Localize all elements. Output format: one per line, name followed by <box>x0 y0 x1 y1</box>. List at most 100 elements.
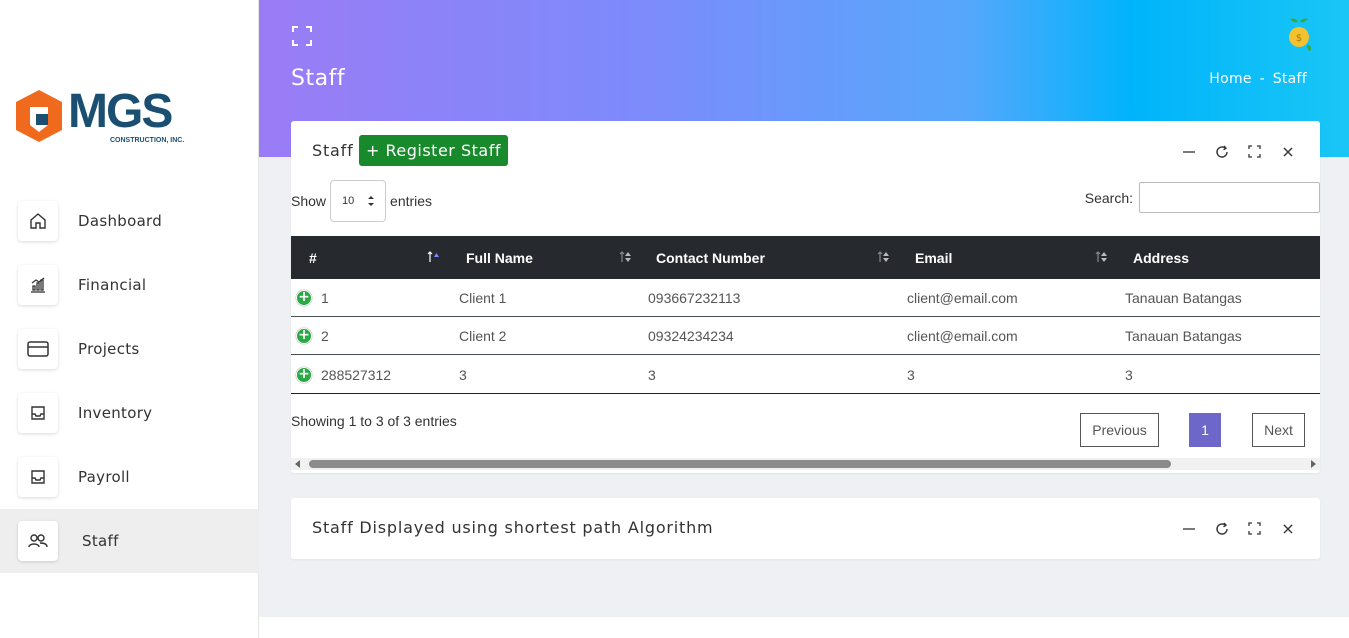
cell-full-name: Client 2 <box>459 328 507 344</box>
search-control: Search: <box>1085 182 1320 213</box>
sort-asc-icon[interactable] <box>427 250 439 264</box>
sort-icon[interactable] <box>877 250 889 264</box>
sidebar-item-label: Dashboard <box>78 212 163 230</box>
select-arrows-icon <box>368 196 375 206</box>
table-row[interactable]: + 2 Client 2 09324234234 client@email.co… <box>291 317 1320 355</box>
card-tools <box>1180 520 1296 537</box>
sidebar-item-dashboard[interactable]: Dashboard <box>0 189 259 253</box>
sidebar-item-financial[interactable]: Financial <box>0 253 259 317</box>
cell-contact-number: 3 <box>648 366 656 383</box>
page-title: Staff <box>291 66 346 91</box>
fullscreen-icon[interactable] <box>291 25 313 47</box>
column-header-address[interactable]: Address <box>1133 236 1189 279</box>
breadcrumb-separator: - <box>1259 71 1265 87</box>
cell-number: 2 <box>321 328 329 344</box>
logo-mark-icon <box>16 90 62 142</box>
sidebar-item-label: Financial <box>78 276 147 294</box>
staff-card: Staff + Register Staff Show 10 entries S… <box>291 121 1320 473</box>
pagination-next-button[interactable]: Next <box>1252 413 1305 447</box>
search-label: Search: <box>1084 189 1133 206</box>
cell-address: 3 <box>1125 366 1133 383</box>
length-prefix: Show <box>291 193 327 209</box>
entries-select-value: 10 <box>342 195 355 207</box>
cell-number: 288527312 <box>321 366 392 383</box>
horizontal-scrollbar[interactable] <box>291 458 1320 470</box>
column-header-label: Address <box>1133 249 1190 266</box>
cell-email: client@email.com <box>907 290 1018 306</box>
entries-select[interactable]: 10 <box>330 180 387 222</box>
cell-full-name: 3 <box>459 366 467 383</box>
sidebar-item-payroll[interactable]: Payroll <box>0 445 259 509</box>
brand-name: MGS <box>68 85 173 138</box>
scroll-left-arrow-icon[interactable] <box>295 460 300 468</box>
cell-contact-number: 09324234234 <box>648 328 734 344</box>
expand-row-icon[interactable]: + <box>296 290 312 306</box>
table-header: # Full Name Contact Number Email Address <box>291 236 1320 279</box>
card-title: Staff <box>312 141 354 160</box>
table-row[interactable]: + 1 Client 1 093667232113 client@email.c… <box>291 279 1320 317</box>
sidebar-item-label: Staff <box>82 532 119 550</box>
credit-card-icon <box>18 329 58 369</box>
column-header-label: Full Name <box>466 249 533 266</box>
length-suffix: entries <box>390 193 433 209</box>
column-header-full-name[interactable]: Full Name <box>466 236 533 279</box>
chart-icon <box>18 265 58 305</box>
sidebar-item-label: Inventory <box>78 404 153 422</box>
breadcrumb: Home - Staff <box>1209 71 1307 87</box>
breadcrumb-home[interactable]: Home <box>1209 71 1252 87</box>
sidebar-item-label: Payroll <box>78 468 130 486</box>
card-tools <box>1180 143 1296 160</box>
sidebar-item-projects[interactable]: Projects <box>0 317 259 381</box>
sidebar: MGS CONSTRUCTION, INC. Dashboard Financi… <box>0 0 259 638</box>
pagination-page-button[interactable]: 1 <box>1189 413 1221 447</box>
column-header-label: # <box>309 249 317 266</box>
sidebar-item-staff[interactable]: Staff <box>0 509 259 573</box>
column-header-email[interactable]: Email <box>915 236 952 279</box>
cell-number: 1 <box>321 290 329 306</box>
column-header-contact-number[interactable]: Contact Number <box>656 236 765 279</box>
search-input[interactable] <box>1139 182 1320 213</box>
scroll-right-arrow-icon[interactable] <box>1311 460 1316 468</box>
cell-email: client@email.com <box>907 328 1018 344</box>
card-title: Staff Displayed using shortest path Algo… <box>312 518 714 537</box>
brand-tagline: CONSTRUCTION, INC. <box>110 137 185 144</box>
avatar[interactable]: $ <box>1285 17 1313 53</box>
expand-row-icon[interactable]: + <box>296 367 312 383</box>
cell-address: Tanauan Batangas <box>1125 328 1242 344</box>
cell-full-name: Client 1 <box>459 290 507 306</box>
sidebar-item-label: Projects <box>78 340 140 358</box>
svg-text:$: $ <box>1296 33 1302 44</box>
close-icon[interactable] <box>1279 143 1296 160</box>
cell-email: 3 <box>907 366 915 383</box>
register-staff-button[interactable]: + Register Staff <box>359 135 508 166</box>
inbox-icon <box>18 393 58 433</box>
cell-contact-number: 093667232113 <box>648 290 741 306</box>
brand-logo[interactable]: MGS CONSTRUCTION, INC. <box>16 85 206 148</box>
column-header-label: Email <box>915 249 953 266</box>
page-footer <box>259 617 1349 638</box>
expand-row-icon[interactable]: + <box>296 328 312 344</box>
breadcrumb-current: Staff <box>1272 71 1307 87</box>
table-info: Showing 1 to 3 of 3 entries <box>291 413 457 429</box>
column-header-number[interactable]: # <box>309 236 317 279</box>
expand-icon[interactable] <box>1246 143 1263 160</box>
expand-icon[interactable] <box>1246 520 1263 537</box>
inbox-icon <box>18 457 58 497</box>
column-header-label: Contact Number <box>656 249 765 266</box>
minimize-icon[interactable] <box>1180 143 1197 160</box>
users-icon <box>18 521 58 561</box>
refresh-icon[interactable] <box>1213 520 1230 537</box>
shortest-path-card: Staff Displayed using shortest path Algo… <box>291 498 1320 559</box>
sort-icon[interactable] <box>619 250 631 264</box>
refresh-icon[interactable] <box>1213 143 1230 160</box>
close-icon[interactable] <box>1279 520 1296 537</box>
pagination-previous-button[interactable]: Previous <box>1080 413 1159 447</box>
home-icon <box>18 201 58 241</box>
table-row[interactable]: + 288527312 3 3 3 3 <box>291 355 1320 394</box>
sidebar-item-inventory[interactable]: Inventory <box>0 381 259 445</box>
cell-address: Tanauan Batangas <box>1125 290 1242 306</box>
minimize-icon[interactable] <box>1180 520 1197 537</box>
entries-length-control: Show 10 entries <box>291 180 432 222</box>
sort-icon[interactable] <box>1095 250 1107 264</box>
scrollbar-thumb[interactable] <box>309 460 1171 468</box>
